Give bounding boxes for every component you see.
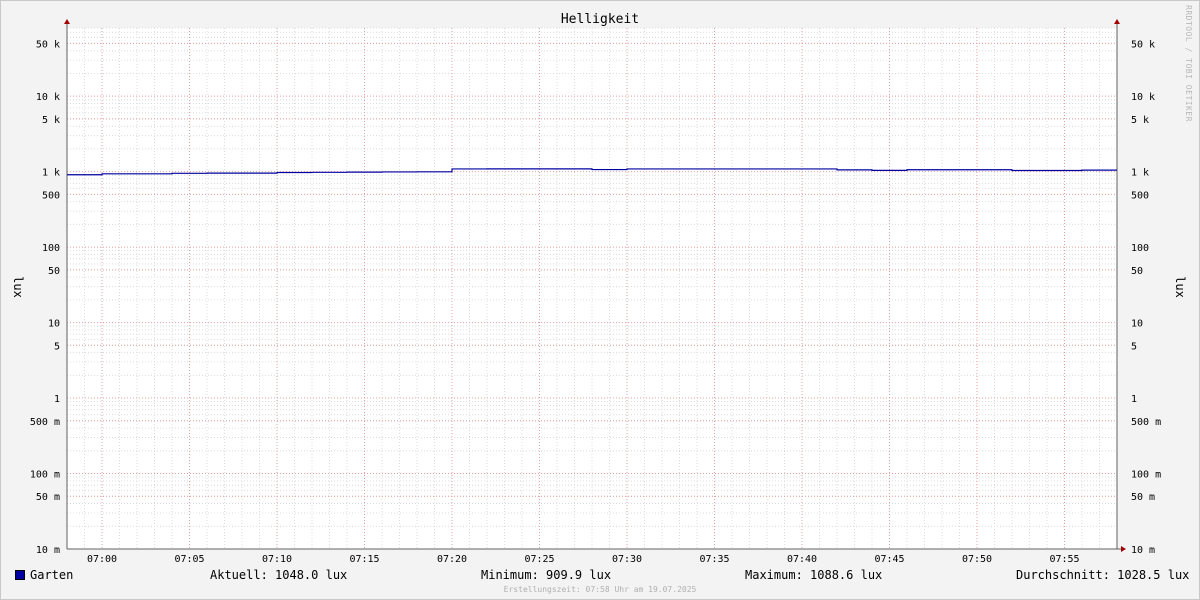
legend-current: Aktuell: 1048.0 lux: [210, 568, 348, 582]
legend-series-label: Garten: [30, 568, 74, 582]
legend-swatch-garten: [15, 570, 25, 580]
y-tick-label-left: 1: [54, 394, 60, 405]
y-tick-label-right: 10 k: [1131, 92, 1155, 103]
x-tick-label: 07:35: [699, 554, 729, 565]
creation-time: Erstellungszeit: 07:58 Uhr am 19.07.2025: [503, 585, 697, 594]
y-tick-label-right: 100 m: [1131, 470, 1161, 481]
y-tick-label-left: 5 k: [42, 115, 60, 126]
y-tick-label-left: 10: [48, 319, 60, 330]
y-tick-label-right: 50 k: [1131, 39, 1155, 50]
y-axis-label-right: lux: [1173, 276, 1187, 298]
y-tick-label-left: 50 k: [36, 39, 60, 50]
y-tick-label-left: 1 k: [42, 168, 60, 179]
y-tick-label-left: 10 m: [36, 545, 60, 556]
legend-minimum: Minimum: 909.9 lux: [481, 568, 612, 582]
y-tick-label-right: 10 m: [1131, 545, 1155, 556]
y-axis-arrow-right: [1114, 19, 1120, 24]
y-tick-label-right: 5 k: [1131, 115, 1149, 126]
y-tick-label-left: 100: [42, 243, 60, 254]
x-tick-label: 07:20: [437, 554, 467, 565]
x-tick-label: 07:00: [87, 554, 117, 565]
legend-maximum: Maximum: 1088.6 lux: [745, 568, 883, 582]
y-tick-label-right: 10: [1131, 319, 1143, 330]
y-tick-label-right: 500: [1131, 190, 1149, 201]
x-tick-label: 07:45: [874, 554, 904, 565]
y-tick-label-left: 500 m: [30, 417, 60, 428]
x-tick-label: 07:30: [612, 554, 642, 565]
x-tick-label: 07:10: [262, 554, 292, 565]
x-tick-label: 07:15: [349, 554, 379, 565]
x-tick-label: 07:50: [962, 554, 992, 565]
y-tick-label-right: 1 k: [1131, 168, 1149, 179]
y-tick-label-left: 50: [48, 266, 60, 277]
x-tick-label: 07:25: [524, 554, 554, 565]
y-tick-label-right: 5: [1131, 341, 1137, 352]
y-axis-label-left: lux: [11, 276, 25, 298]
y-tick-label-left: 500: [42, 190, 60, 201]
y-tick-label-right: 1: [1131, 394, 1137, 405]
y-tick-label-right: 50 m: [1131, 492, 1155, 503]
y-tick-label-right: 500 m: [1131, 417, 1161, 428]
x-axis-arrow: [1121, 546, 1126, 552]
y-tick-label-left: 50 m: [36, 492, 60, 503]
x-tick-label: 07:05: [174, 554, 204, 565]
legend-average: Durchschnitt: 1028.5 lux: [1016, 568, 1190, 582]
y-tick-label-left: 10 k: [36, 92, 60, 103]
rrdtool-watermark: RRDTOOL / TOBI OETIKER: [1184, 5, 1193, 122]
x-tick-label: 07:40: [787, 554, 817, 565]
y-axis-arrow-left: [64, 19, 70, 24]
chart-svg: 50 k 10 k 5 k 1 k 500 100 50 10 5 1 500 m 100 m 50 m…: [11, 12, 1187, 565]
y-tick-label-right: 50: [1131, 266, 1143, 277]
chart-title: Helligkeit: [561, 12, 639, 27]
x-tick-label: 07:55: [1049, 554, 1079, 565]
y-tick-label-left: 5: [54, 341, 60, 352]
y-tick-label-left: 100 m: [30, 470, 60, 481]
y-tick-label-right: 100: [1131, 243, 1149, 254]
